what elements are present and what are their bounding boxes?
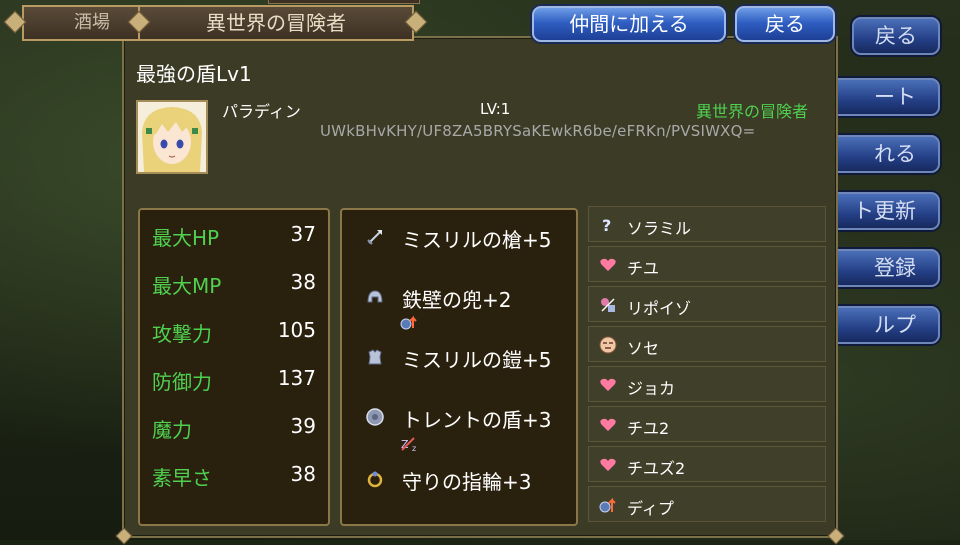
defense-up-mod-icon — [400, 315, 417, 330]
skill-label: チユ — [627, 259, 660, 278]
heart-icon — [600, 378, 616, 391]
tab-otherworld-adventurer[interactable]: 異世界の冒険者 — [138, 5, 414, 41]
equipment-label: 守りの指輪+3 — [402, 470, 532, 494]
stat-label: 魔力 — [152, 418, 192, 442]
heart-icon — [600, 418, 616, 431]
equipment-label: ミスリルの槍+5 — [402, 228, 552, 252]
character-origin: 異世界の冒険者 — [695, 102, 808, 121]
svg-text:z: z — [412, 444, 416, 452]
stat-label: 防御力 — [152, 370, 212, 394]
stat-value: 137 — [277, 366, 316, 390]
stat-row-defense: 防御力 137 — [140, 366, 328, 398]
stat-row-max-mp: 最大MP 38 — [140, 270, 328, 302]
stat-row-max-hp: 最大HP 37 — [140, 222, 328, 254]
skill-item[interactable]: ジョカ — [588, 366, 826, 402]
stat-value: 39 — [290, 414, 316, 438]
character-code: UWkBHvKHY/UF8ZA5BRYSaKEwkR6be/eFRKn/PVSI… — [320, 122, 756, 140]
stat-row-magic: 魔力 39 — [140, 414, 328, 446]
stat-label: 攻撃力 — [152, 322, 212, 346]
back-button[interactable]: 戻る — [735, 6, 835, 42]
spear-icon — [367, 230, 382, 245]
stat-value: 37 — [290, 222, 316, 246]
character-class: パラディン — [222, 102, 301, 121]
heart-icon — [600, 458, 616, 471]
face-icon — [599, 336, 617, 354]
skill-label: チユズ2 — [627, 459, 686, 478]
stat-value: 38 — [290, 462, 316, 486]
equipment-label: 鉄壁の兜+2 — [402, 288, 512, 312]
skill-item[interactable]: チユズ2 — [588, 446, 826, 482]
stat-label: 素早さ — [152, 466, 212, 490]
skill-label: ジョカ — [627, 379, 676, 398]
skill-item[interactable]: ? ソラミル — [588, 206, 826, 242]
equipment-label: トレントの盾+3 — [402, 408, 552, 432]
helmet-icon — [367, 290, 383, 303]
stats-panel: 最大HP 37 最大MP 38 攻撃力 105 防御力 137 魔力 39 素早… — [138, 208, 330, 526]
shield-icon — [366, 408, 384, 426]
skill-item[interactable]: チユ — [588, 246, 826, 282]
ring-icon — [367, 471, 383, 488]
skill-label: ディプ — [627, 499, 674, 518]
character-level: LV:1 — [480, 100, 511, 118]
stat-label: 最大MP — [152, 274, 222, 298]
antidote-icon — [601, 298, 615, 312]
character-detail-panel: 最強の盾Lv1 パラディン LV:1 異世界の冒険者 UWkBHvKHY/UF8… — [115, 36, 845, 545]
stat-value: 38 — [290, 270, 316, 294]
character-portrait — [136, 100, 208, 174]
underlying-banner-edge — [268, 0, 420, 4]
skill-item[interactable]: ソセ — [588, 326, 826, 362]
stat-row-attack: 攻撃力 105 — [140, 318, 328, 350]
stat-row-speed: 素早さ 38 — [140, 462, 328, 494]
armor-icon — [368, 349, 382, 365]
question-icon: ? — [602, 216, 611, 234]
equipment-label: ミスリルの鎧+5 — [402, 348, 552, 372]
stat-label: 最大HP — [152, 226, 220, 250]
skill-item[interactable]: リポイゾ — [588, 286, 826, 322]
skill-label: ソセ — [627, 339, 660, 358]
skill-label: リポイゾ — [627, 299, 692, 318]
svg-text:?: ? — [602, 216, 611, 234]
heart-icon — [600, 258, 616, 271]
sleep-resist-mod-icon: Z z — [401, 437, 416, 452]
skill-item[interactable]: チユ2 — [588, 406, 826, 442]
stat-value: 105 — [277, 318, 316, 342]
defense-up-icon — [599, 497, 616, 513]
skill-item[interactable]: ディプ — [588, 486, 826, 522]
add-to-party-button[interactable]: 仲間に加える — [532, 6, 726, 42]
equipment-panel: ミスリルの槍+5 鉄壁の兜+2 ミスリルの鎧+5 トレントの盾+3 Z z 守り… — [340, 208, 578, 526]
back-button-behind[interactable]: 戻る — [852, 17, 940, 55]
skill-label: チユ2 — [627, 419, 670, 438]
skill-label: ソラミル — [627, 219, 692, 238]
character-name: 最強の盾Lv1 — [136, 62, 252, 86]
